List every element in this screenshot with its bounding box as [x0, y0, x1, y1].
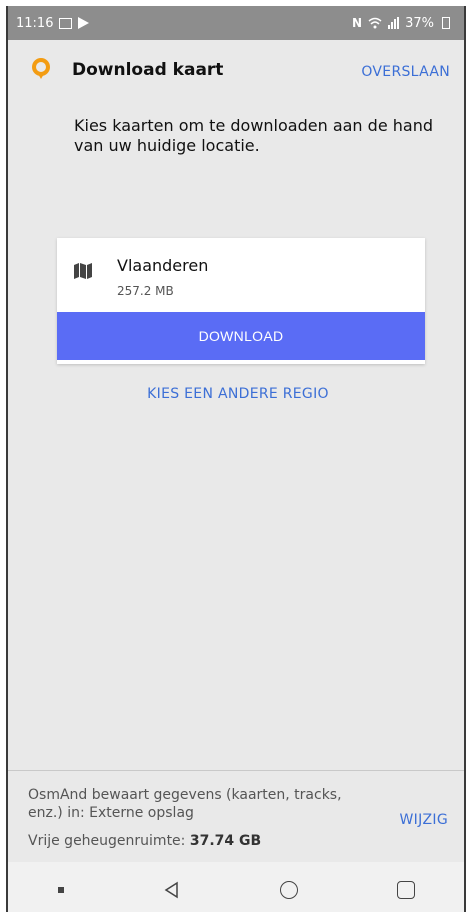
download-button[interactable]: DOWNLOAD [57, 312, 425, 360]
nav-back-button[interactable] [163, 881, 181, 899]
system-nav-bar [8, 862, 464, 912]
free-space-value: 37.74 GB [189, 833, 262, 849]
screen: 11:16 N 37% Download kaart OVERSLAAN Kie… [0, 0, 475, 912]
change-storage-button[interactable]: WIJZIG [400, 812, 448, 828]
home-circle-icon [279, 881, 298, 899]
status-bar: 11:16 N 37% [8, 6, 464, 40]
region-name: Vlaanderen [117, 256, 209, 275]
map-icon [74, 263, 92, 279]
choose-other-region-button[interactable]: KIES EEN ANDERE REGIO [8, 386, 464, 402]
recent-square-icon [396, 881, 415, 899]
region-card: Vlaanderen 257.2 MB DOWNLOAD [57, 238, 425, 364]
wifi-icon [368, 17, 382, 29]
status-left: 11:16 [16, 15, 90, 31]
free-space-label: Vrije geheugenruimte: [28, 833, 186, 849]
nav-recent-button[interactable] [396, 881, 415, 899]
nfc-icon: N [352, 16, 363, 30]
battery-percent: 37% [405, 15, 434, 31]
osmand-pin-icon [32, 58, 50, 79]
status-right: N 37% [352, 16, 450, 31]
free-space-info: Vrije geheugenruimte: 37.74 GB [28, 833, 261, 849]
menu-dot-icon [57, 887, 64, 893]
app-header: Download kaart OVERSLAAN [8, 40, 464, 102]
nav-home-button[interactable] [279, 881, 298, 899]
signal-icon [388, 17, 400, 29]
back-triangle-icon [164, 881, 178, 899]
page-title: Download kaart [72, 60, 224, 80]
battery-icon [442, 17, 450, 29]
skip-button[interactable]: OVERSLAAN [361, 64, 450, 80]
storage-info-text: OsmAnd bewaart gegevens (kaarten, tracks… [28, 787, 342, 821]
play-store-notification-icon [78, 17, 90, 29]
footer-divider [8, 770, 464, 771]
description-text: Kies kaarten om te downloaden aan de han… [74, 116, 433, 155]
nav-menu-button[interactable] [57, 887, 64, 893]
image-notification-icon [59, 17, 73, 29]
status-time: 11:16 [16, 15, 54, 31]
region-size: 257.2 MB [117, 284, 174, 298]
phone-frame: 11:16 N 37% Download kaart OVERSLAAN Kie… [6, 6, 466, 912]
